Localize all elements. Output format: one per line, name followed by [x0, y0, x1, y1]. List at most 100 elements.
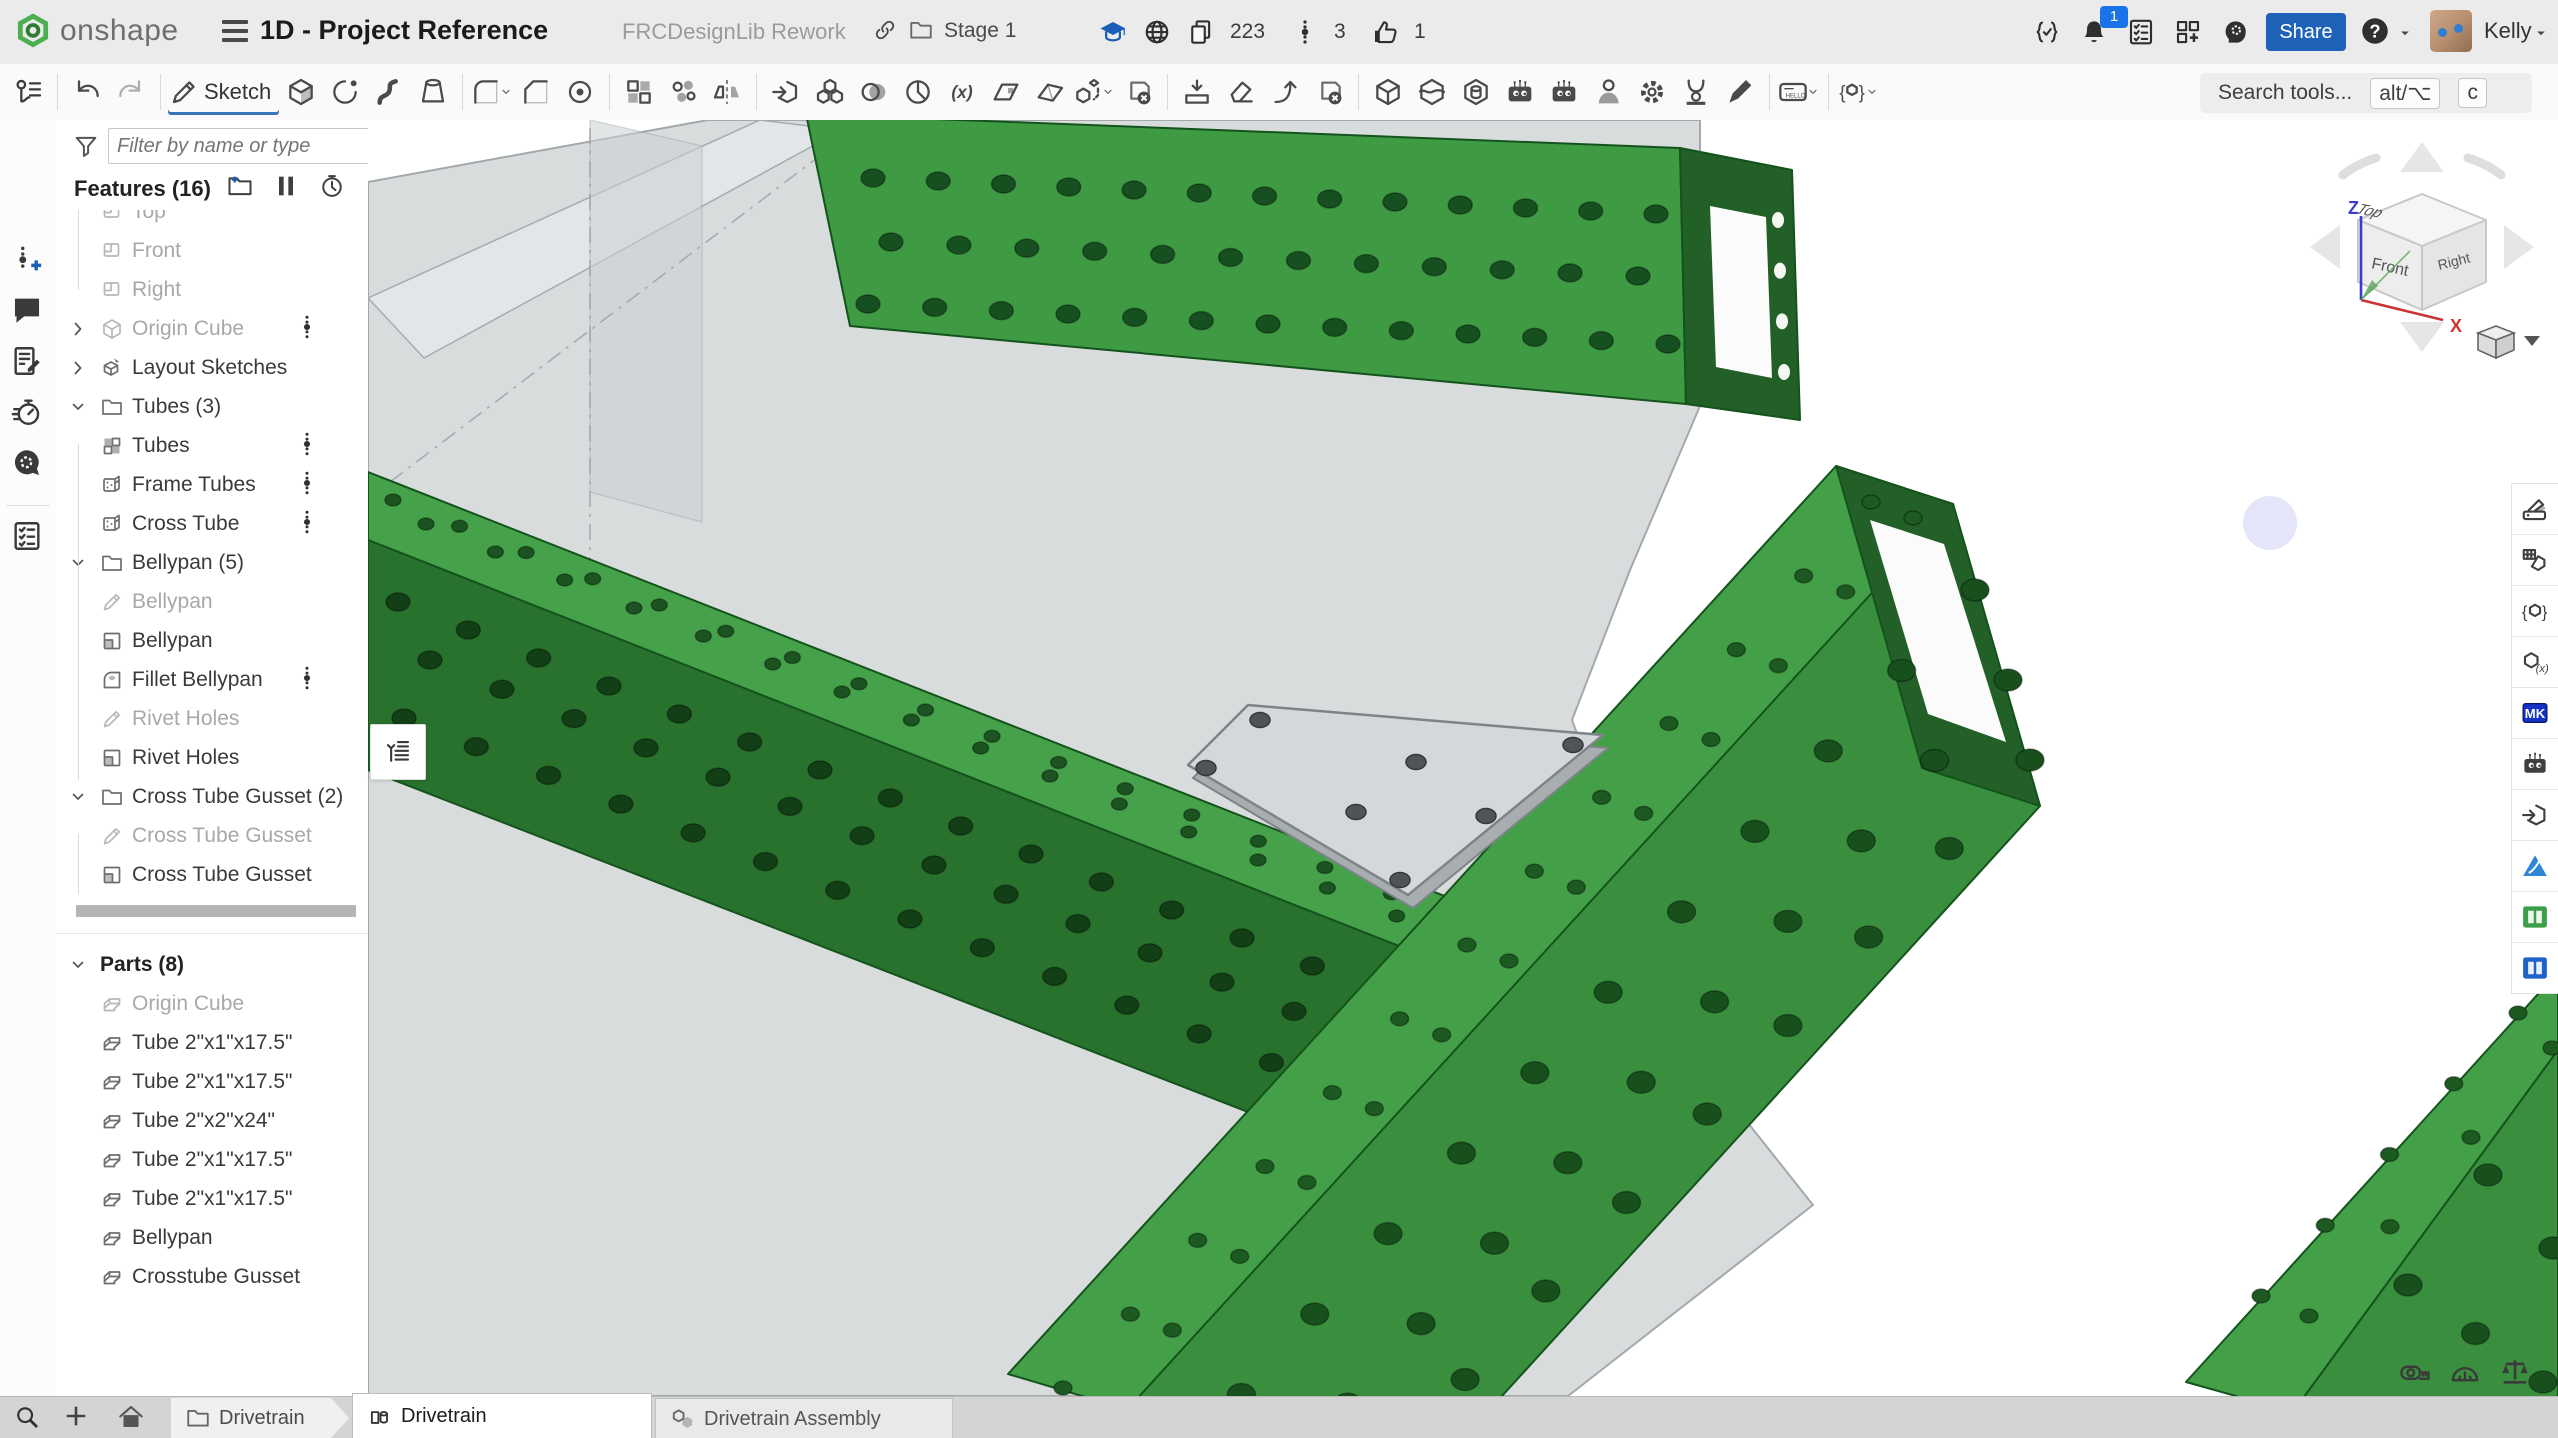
feature-row[interactable]: Fillet Bellypan	[56, 660, 368, 699]
tree-chevron-down-icon[interactable]	[66, 395, 90, 419]
new-folder-icon[interactable]	[226, 172, 256, 202]
likes-count-icon[interactable]	[1370, 17, 1400, 47]
tree-chevron-down-icon[interactable]	[66, 953, 90, 977]
feature-row[interactable]: Cross Tube Gusset	[56, 816, 368, 855]
revolve-tool[interactable]	[323, 69, 367, 115]
tree-chevron-down-icon[interactable]	[66, 785, 90, 809]
undo-tool[interactable]	[65, 69, 109, 115]
classroom-icon[interactable]	[1098, 17, 1128, 47]
frc-design-lib-panel-button[interactable]	[2512, 739, 2558, 790]
thicken-tool[interactable]	[1175, 69, 1219, 115]
variable-tool[interactable]: (x)	[940, 69, 984, 115]
move-face-tool[interactable]	[1219, 69, 1263, 115]
feature-tree-flyout-button[interactable]	[370, 724, 426, 780]
user-avatar[interactable]	[2430, 10, 2472, 52]
ergonomic-figure-tool[interactable]	[1586, 69, 1630, 115]
feature-row[interactable]: Right	[56, 270, 368, 309]
mass-properties-button[interactable]	[2498, 1354, 2532, 1388]
view-settings-button[interactable]	[2478, 326, 2540, 358]
feature-config-handle-icon[interactable]	[294, 431, 318, 461]
measure-tape-button[interactable]	[2398, 1354, 2432, 1388]
performance-icon[interactable]	[10, 395, 46, 431]
feature-row[interactable]: Cross Tube Gusset	[56, 855, 368, 894]
parts-header-row[interactable]: Parts (8)	[56, 945, 368, 984]
tree-horizontal-scrollbar[interactable]	[76, 905, 356, 917]
feature-list-toggle[interactable]	[6, 69, 50, 115]
share-link-icon[interactable]	[872, 17, 902, 47]
appearance-panel-button[interactable]	[2512, 484, 2558, 535]
sweep-tool[interactable]	[367, 69, 411, 115]
part-row[interactable]: Origin Cube	[56, 984, 368, 1023]
chamfer-tool[interactable]	[514, 69, 558, 115]
tree-chevron-right-icon[interactable]	[66, 317, 90, 341]
search-tools-box[interactable]: Search tools... alt/⌥ c	[2200, 73, 2532, 113]
tab-drivetrain[interactable]: Drivetrain	[171, 1398, 349, 1438]
feature-config-handle-icon[interactable]	[294, 314, 318, 344]
feature-row[interactable]: Frame Tubes	[56, 465, 368, 504]
part-row[interactable]: Tube 2"x1"x17.5"	[56, 1140, 368, 1179]
filter-icon[interactable]	[72, 132, 100, 160]
tube-gusset-tool-tool[interactable]	[1674, 69, 1718, 115]
custom-features-chevron-icon[interactable]	[1864, 84, 1880, 100]
feature-row[interactable]: Tubes (3)	[56, 387, 368, 426]
library-blue-panel-button[interactable]	[2512, 943, 2558, 993]
workspace-name[interactable]: FRCDesignLib Rework	[622, 19, 846, 45]
part-row[interactable]: Tube 2"x1"x17.5"	[56, 1179, 368, 1218]
action-items-icon[interactable]	[10, 519, 46, 555]
derived-tool[interactable]	[764, 69, 808, 115]
versions-count-icon[interactable]	[1290, 17, 1320, 47]
public-globe-icon[interactable]	[1142, 17, 1172, 47]
mkcad-panel-button[interactable]: MK	[2512, 688, 2558, 739]
tree-chevron-right-icon[interactable]	[66, 356, 90, 380]
boolean-tool[interactable]	[852, 69, 896, 115]
rollback-history-icon[interactable]	[318, 172, 348, 202]
plane-tool[interactable]	[984, 69, 1028, 115]
alliance-panel-button[interactable]	[2512, 841, 2558, 892]
part-row[interactable]: Tube 2"x1"x17.5"	[56, 1062, 368, 1101]
home-tab-button[interactable]	[116, 1402, 148, 1434]
suppress-rollback-icon[interactable]	[272, 172, 302, 202]
named-views-chevron-icon[interactable]	[1805, 84, 1821, 100]
learning-center-icon[interactable]	[2220, 17, 2250, 47]
part-row[interactable]: Bellypan	[56, 1218, 368, 1257]
composite-part-tool[interactable]	[808, 69, 852, 115]
dev-tools-icon[interactable]	[2032, 17, 2062, 47]
feature-row[interactable]: Rivet Holes	[56, 699, 368, 738]
frc-feature-2-tool[interactable]	[1542, 69, 1586, 115]
fillet-chevron-icon[interactable]	[498, 84, 514, 100]
folder-location-label[interactable]: Stage 1	[944, 19, 1016, 43]
3d-scene[interactable]: TopFrontRightZX	[368, 120, 2558, 1396]
part-row[interactable]: Tube 2"x1"x17.5"	[56, 1023, 368, 1062]
split-tool[interactable]	[1410, 69, 1454, 115]
share-button[interactable]: Share	[2266, 13, 2346, 51]
measure-angle-button[interactable]	[2448, 1354, 2482, 1388]
extrude-tool[interactable]	[279, 69, 323, 115]
named-views-tool[interactable]: HELLO	[1777, 69, 1821, 115]
custom-tables-panel-button[interactable]: {}	[2512, 586, 2558, 637]
hole-tool[interactable]	[558, 69, 602, 115]
fillet-tool[interactable]	[470, 69, 514, 115]
loft-tool[interactable]	[411, 69, 455, 115]
feature-row[interactable]: Bellypan	[56, 621, 368, 660]
user-menu-caret-icon[interactable]	[2532, 24, 2550, 42]
graphics-viewport[interactable]: TopFrontRightZX	[368, 120, 2558, 1396]
document-title[interactable]: 1D - Project Reference	[260, 15, 548, 46]
section-tool[interactable]	[896, 69, 940, 115]
gear-generator-tool[interactable]	[1630, 69, 1674, 115]
onshape-logo-icon[interactable]	[14, 13, 52, 51]
user-name[interactable]: Kelly	[2484, 18, 2532, 44]
surface-tool[interactable]	[1028, 69, 1072, 115]
task-list-icon[interactable]	[2126, 17, 2156, 47]
sketch-tool[interactable]: Sketch	[168, 69, 279, 115]
linear-pattern-tool[interactable]	[617, 69, 661, 115]
feature-row[interactable]: Origin Cube	[56, 309, 368, 348]
replace-face-tool[interactable]	[1263, 69, 1307, 115]
new-tab-button[interactable]	[62, 1402, 94, 1434]
part-row[interactable]: Tube 2"x2"x24"	[56, 1101, 368, 1140]
primitive-cube-tool[interactable]	[1366, 69, 1410, 115]
feature-row[interactable]: Bellypan	[56, 582, 368, 621]
delete-part-tool[interactable]	[1116, 69, 1160, 115]
document-notes-icon[interactable]	[10, 344, 46, 380]
feedback-icon[interactable]	[10, 446, 46, 482]
hole-cylinder-tool[interactable]	[1454, 69, 1498, 115]
